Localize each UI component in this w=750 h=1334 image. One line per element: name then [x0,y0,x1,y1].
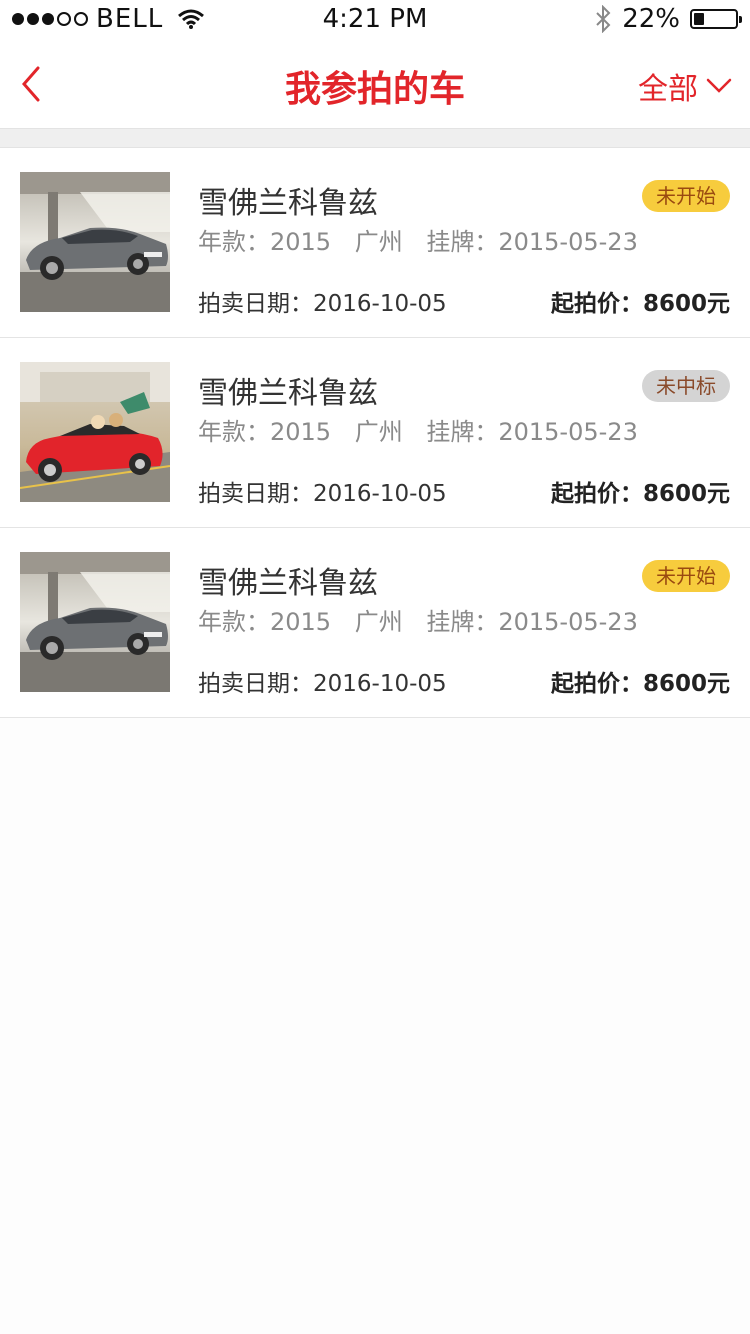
model-year: 年款：2015 [198,418,332,446]
plate-date: 挂牌：2015-05-23 [426,608,638,636]
filter-label: 全部 [638,72,698,107]
list-item[interactable]: 雪佛兰科鲁兹 年款：2015 广州 挂牌：2015-05-23 拍卖日期：201… [0,148,750,338]
list-item[interactable]: 雪佛兰科鲁兹 年款：2015 广州 挂牌：2015-05-23 拍卖日期：201… [0,338,750,528]
car-name: 雪佛兰科鲁兹 [198,376,378,411]
city: 广州 [354,608,403,636]
car-name: 雪佛兰科鲁兹 [198,566,378,601]
starting-price: 起拍价：8600元 [550,671,730,697]
car-meta: 年款：2015 广州 挂牌：2015-05-23 [198,222,654,257]
car-name: 雪佛兰科鲁兹 [198,186,378,221]
car-thumbnail [20,172,170,312]
nav-bar: 我参拍的车 全部 [0,40,750,128]
status-badge: 未开始 [642,560,730,592]
car-thumbnail [20,552,170,692]
starting-price: 起拍价：8600元 [550,481,730,507]
silver-sedan-image [20,172,170,312]
red-convertible-image [20,362,170,502]
silver-sedan-image [20,552,170,692]
car-thumbnail [20,362,170,502]
status-badge: 未中标 [642,370,730,402]
chevron-down-icon [706,78,732,93]
car-meta: 年款：2015 广州 挂牌：2015-05-23 [198,412,654,447]
battery-icon [690,9,742,29]
bluetooth-icon [596,5,611,33]
status-bar: BELL 4:21 PM 22% [0,0,750,40]
plate-date: 挂牌：2015-05-23 [426,418,638,446]
auction-date: 拍卖日期：2016-10-05 [198,481,447,507]
car-meta: 年款：2015 广州 挂牌：2015-05-23 [198,602,654,637]
list-item[interactable]: 雪佛兰科鲁兹 年款：2015 广州 挂牌：2015-05-23 拍卖日期：201… [0,528,750,718]
battery-percentage: 22% [622,4,680,34]
city: 广州 [354,228,403,256]
filter-dropdown[interactable]: 全部 [638,64,732,108]
plate-date: 挂牌：2015-05-23 [426,228,638,256]
starting-price: 起拍价：8600元 [550,291,730,317]
model-year: 年款：2015 [198,608,332,636]
status-badge: 未开始 [642,180,730,212]
section-divider [0,128,750,148]
status-right: 22% [594,4,742,34]
auction-date: 拍卖日期：2016-10-05 [198,291,447,317]
city: 广州 [354,418,403,446]
model-year: 年款：2015 [198,228,332,256]
auction-date: 拍卖日期：2016-10-05 [198,671,447,697]
car-list: 雪佛兰科鲁兹 年款：2015 广州 挂牌：2015-05-23 拍卖日期：201… [0,148,750,718]
